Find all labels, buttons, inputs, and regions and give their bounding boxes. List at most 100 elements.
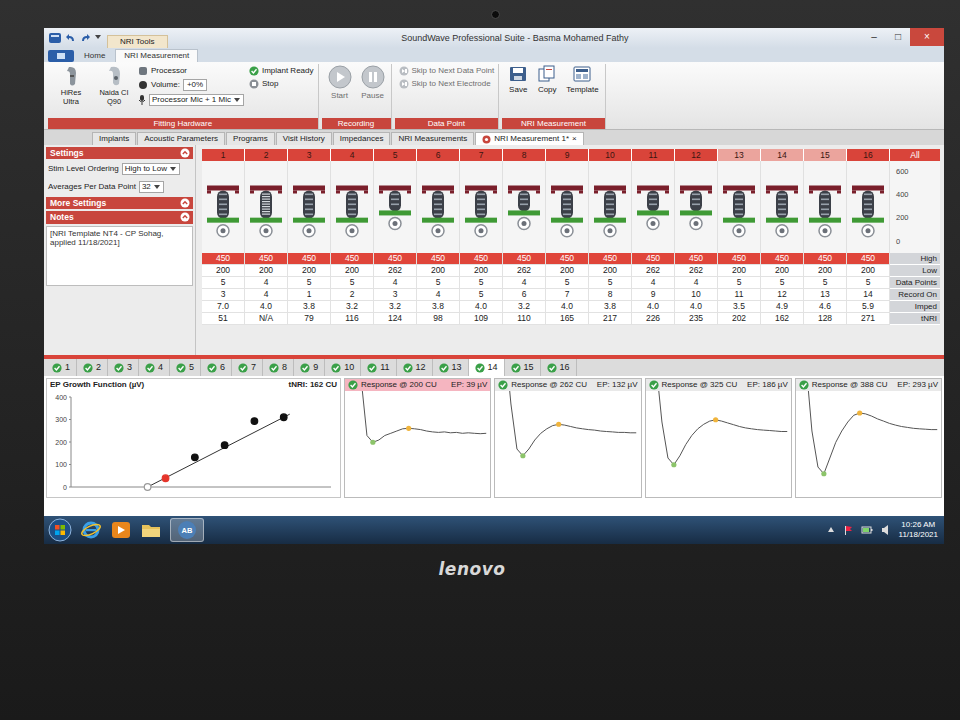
app-menu-icon[interactable]: [48, 32, 62, 44]
electrode-header[interactable]: 15: [804, 149, 847, 161]
electrode-low-cell[interactable]: 200: [847, 265, 890, 277]
electrode-tnri-cell[interactable]: 165: [546, 313, 589, 325]
electrode-imped-cell[interactable]: 5.9: [847, 301, 890, 313]
electrode-header[interactable]: 14: [761, 149, 804, 161]
electrode-cell[interactable]: [718, 161, 761, 253]
electrode-icon[interactable]: [332, 161, 372, 253]
electrode-high-cell[interactable]: 450: [417, 253, 460, 265]
electrode-cell[interactable]: [331, 161, 374, 253]
maximize-button[interactable]: □: [886, 28, 910, 46]
check-icon[interactable]: [511, 363, 521, 373]
electrode-low-cell[interactable]: 262: [675, 265, 718, 277]
undo-icon[interactable]: [66, 33, 76, 43]
electrode-icon[interactable]: [461, 161, 501, 253]
electrode-tab[interactable]: 6: [201, 359, 232, 376]
electrode-low-cell[interactable]: 200: [202, 265, 245, 277]
electrode-high-cell[interactable]: 450: [374, 253, 417, 265]
internet-explorer-icon[interactable]: [80, 519, 102, 541]
electrode-header[interactable]: 5: [374, 149, 417, 161]
clock[interactable]: 10:26 AM11/18/2021: [899, 520, 938, 540]
electrode-points-cell[interactable]: 4: [675, 277, 718, 289]
electrode-imped-cell[interactable]: 3.8: [417, 301, 460, 313]
p2-marker[interactable]: [406, 426, 411, 431]
electrode-low-cell[interactable]: 200: [804, 265, 847, 277]
electrode-imped-cell[interactable]: 3.2: [331, 301, 374, 313]
action-center-icon[interactable]: [843, 525, 853, 535]
ribbon-tab[interactable]: Home: [76, 50, 113, 62]
data-point[interactable]: [280, 414, 287, 421]
electrode-tab[interactable]: 9: [294, 359, 325, 376]
electrode-header[interactable]: 9: [546, 149, 589, 161]
electrode-header[interactable]: 2: [245, 149, 288, 161]
document-tab[interactable]: NRI Measurement 1*×: [475, 132, 583, 145]
minimize-button[interactable]: –: [862, 28, 886, 46]
electrode-points-cell[interactable]: 4: [245, 277, 288, 289]
data-point[interactable]: [192, 454, 199, 461]
electrode-low-cell[interactable]: 262: [374, 265, 417, 277]
electrode-high-cell[interactable]: 450: [202, 253, 245, 265]
electrode-icon[interactable]: [676, 161, 716, 253]
check-icon[interactable]: [649, 380, 659, 390]
electrode-record-cell[interactable]: 3: [202, 289, 245, 301]
electrode-tnri-cell[interactable]: 271: [847, 313, 890, 325]
electrode-record-cell[interactable]: 12: [761, 289, 804, 301]
electrode-record-cell[interactable]: 10: [675, 289, 718, 301]
electrode-tnri-cell[interactable]: 162: [761, 313, 804, 325]
ribbon-tab[interactable]: NRI Measurement: [115, 49, 198, 62]
electrode-imped-cell[interactable]: 3.5: [718, 301, 761, 313]
check-icon[interactable]: [403, 363, 413, 373]
notes-field[interactable]: [NRI Template NT4 - CP Sohag, applied 11…: [46, 226, 193, 286]
electrode-high-cell[interactable]: 450: [632, 253, 675, 265]
electrode-icon[interactable]: [246, 161, 286, 253]
device-button[interactable]: HiRes Ultra: [52, 65, 90, 106]
electrode-icon[interactable]: [418, 161, 458, 253]
electrode-high-cell[interactable]: 450: [804, 253, 847, 265]
device-button[interactable]: Naida CI Q90: [95, 65, 133, 106]
electrode-points-cell[interactable]: 5: [417, 277, 460, 289]
electrode-high-cell[interactable]: 450: [546, 253, 589, 265]
input-select[interactable]: Processor Mic + 1 Mic: [149, 94, 244, 106]
p2-marker[interactable]: [556, 422, 561, 427]
electrode-header[interactable]: 12: [675, 149, 718, 161]
electrode-record-cell[interactable]: 1: [288, 289, 331, 301]
response-panel[interactable]: Response @ 262 CUEP: 132 µV: [494, 378, 641, 498]
electrode-tab[interactable]: 11: [361, 359, 396, 376]
electrode-header[interactable]: 1: [202, 149, 245, 161]
electrode-cell[interactable]: [761, 161, 804, 253]
data-point[interactable]: [162, 475, 169, 482]
electrode-tnri-cell[interactable]: 217: [589, 313, 632, 325]
taskbar-app[interactable]: AB: [170, 518, 204, 542]
electrode-high-cell[interactable]: 450: [589, 253, 632, 265]
electrode-tab[interactable]: 12: [397, 359, 433, 376]
electrode-header[interactable]: 16: [847, 149, 890, 161]
file-menu-icon[interactable]: [48, 50, 74, 62]
electrode-tnri-cell[interactable]: 98: [417, 313, 460, 325]
document-tab[interactable]: Impedances: [333, 132, 391, 145]
electrode-tnri-cell[interactable]: 51: [202, 313, 245, 325]
electrode-tab[interactable]: 4: [139, 359, 170, 376]
electrode-icon[interactable]: [375, 161, 415, 253]
electrode-record-cell[interactable]: 2: [331, 289, 374, 301]
electrode-imped-cell[interactable]: 4.0: [245, 301, 288, 313]
averages-select[interactable]: 32: [139, 181, 164, 193]
collapse-icon[interactable]: [180, 212, 190, 222]
start-button-icon[interactable]: [48, 518, 72, 542]
electrode-imped-cell[interactable]: 3.2: [374, 301, 417, 313]
file-explorer-icon[interactable]: [140, 519, 162, 541]
electrode-cell[interactable]: [632, 161, 675, 253]
electrode-record-cell[interactable]: 13: [804, 289, 847, 301]
electrode-low-cell[interactable]: 200: [718, 265, 761, 277]
data-point[interactable]: [221, 441, 228, 448]
save-button[interactable]: Save: [506, 65, 530, 95]
electrode-points-cell[interactable]: 5: [761, 277, 804, 289]
electrode-points-cell[interactable]: 4: [374, 277, 417, 289]
check-icon[interactable]: [114, 363, 124, 373]
electrode-imped-cell[interactable]: 4.9: [761, 301, 804, 313]
electrode-high-cell[interactable]: 450: [288, 253, 331, 265]
electrode-tab[interactable]: 2: [77, 359, 108, 376]
electrode-icon[interactable]: [504, 161, 544, 253]
electrode-points-cell[interactable]: 5: [546, 277, 589, 289]
response-header[interactable]: Response @ 200 CUEP: 39 µV: [345, 379, 490, 391]
check-icon[interactable]: [547, 363, 557, 373]
n1-marker[interactable]: [370, 440, 375, 445]
